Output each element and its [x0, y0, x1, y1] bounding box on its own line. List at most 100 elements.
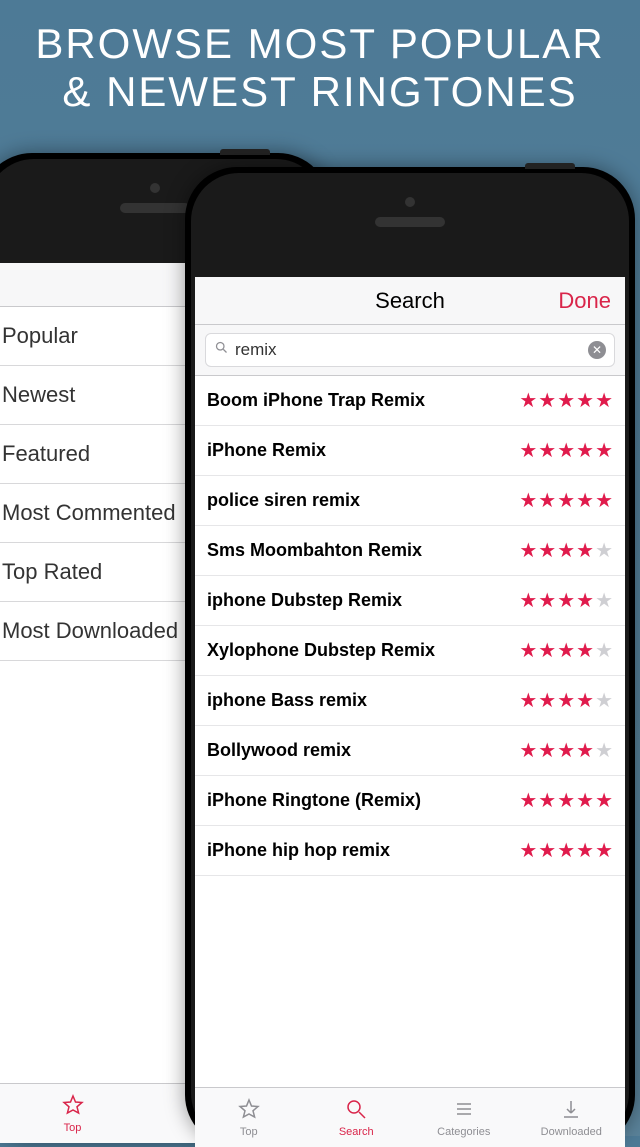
- star-icon: ★: [538, 491, 556, 511]
- star-icon: ★: [538, 441, 556, 461]
- search-input[interactable]: [235, 340, 582, 360]
- search-navbar: Search Done: [195, 277, 625, 325]
- rating-stars: ★★★★★: [519, 641, 613, 661]
- download-icon: [559, 1097, 583, 1124]
- star-icon: ★: [538, 691, 556, 711]
- tab-top[interactable]: Top: [195, 1088, 303, 1147]
- search-results: Boom iPhone Trap Remix★★★★★iPhone Remix★…: [195, 376, 625, 1087]
- result-row[interactable]: iphone Bass remix ★★★★★: [195, 676, 625, 726]
- star-icon: ★: [538, 391, 556, 411]
- star-icon: ★: [576, 491, 594, 511]
- banner-line-1: BROWSE MOST POPULAR: [10, 20, 630, 68]
- result-row[interactable]: Boom iPhone Trap Remix★★★★★: [195, 376, 625, 426]
- star-icon: ★: [557, 491, 575, 511]
- rating-stars: ★★★★★: [519, 741, 613, 761]
- star-icon: ★: [576, 391, 594, 411]
- star-icon: ★: [595, 641, 613, 661]
- tab-top[interactable]: Top: [0, 1084, 155, 1143]
- rating-stars: ★★★★★: [519, 391, 613, 411]
- star-icon: ★: [557, 591, 575, 611]
- result-title: iPhone hip hop remix: [207, 840, 390, 861]
- star-icon: ★: [576, 591, 594, 611]
- star-icon: ★: [557, 841, 575, 861]
- star-icon: ★: [519, 841, 537, 861]
- front-phone-device: Search Done ✕ Boom iPhone Trap Remix★★★★…: [185, 167, 635, 1147]
- rating-stars: ★★★★★: [519, 691, 613, 711]
- star-icon: ★: [576, 791, 594, 811]
- result-row[interactable]: police siren remix★★★★★: [195, 476, 625, 526]
- tab-label: Search: [339, 1126, 374, 1138]
- star-icon: [61, 1093, 85, 1120]
- rating-stars: ★★★★★: [519, 591, 613, 611]
- result-row[interactable]: Bollywood remix ★★★★★: [195, 726, 625, 776]
- rating-stars: ★★★★★: [519, 841, 613, 861]
- rating-stars: ★★★★★: [519, 491, 613, 511]
- result-title: iphone Dubstep Remix: [207, 590, 402, 611]
- result-row[interactable]: iphone Dubstep Remix★★★★★: [195, 576, 625, 626]
- tab-categories[interactable]: Categories: [410, 1088, 518, 1147]
- star-icon: ★: [557, 391, 575, 411]
- banner-line-2: & NEWEST RINGTONES: [10, 68, 630, 116]
- search-field[interactable]: ✕: [205, 333, 615, 367]
- result-title: iPhone Ringtone (Remix): [207, 790, 421, 811]
- star-icon: ★: [557, 641, 575, 661]
- tab-label: Categories: [437, 1126, 490, 1138]
- star-icon: ★: [576, 741, 594, 761]
- tab-label: Top: [64, 1122, 82, 1134]
- star-icon: ★: [576, 641, 594, 661]
- star-icon: ★: [519, 641, 537, 661]
- star-icon: ★: [595, 491, 613, 511]
- star-icon: ★: [595, 591, 613, 611]
- result-title: iPhone Remix: [207, 440, 326, 461]
- search-icon: [344, 1097, 368, 1124]
- result-title: iphone Bass remix: [207, 690, 367, 711]
- tab-search[interactable]: Search: [303, 1088, 411, 1147]
- star-icon: ★: [538, 591, 556, 611]
- star-icon: ★: [595, 841, 613, 861]
- result-title: police siren remix: [207, 490, 360, 511]
- star-icon: ★: [538, 741, 556, 761]
- result-title: Bollywood remix: [207, 740, 351, 761]
- result-title: Boom iPhone Trap Remix: [207, 390, 425, 411]
- result-row[interactable]: iPhone hip hop remix★★★★★: [195, 826, 625, 876]
- star-icon: ★: [557, 541, 575, 561]
- star-icon: ★: [595, 391, 613, 411]
- star-icon: ★: [595, 441, 613, 461]
- star-icon: ★: [576, 541, 594, 561]
- result-title: Sms Moombahton Remix: [207, 540, 422, 561]
- result-row[interactable]: Sms Moombahton Remix★★★★★: [195, 526, 625, 576]
- star-icon: ★: [557, 741, 575, 761]
- result-row[interactable]: iPhone Ringtone (Remix)★★★★★: [195, 776, 625, 826]
- star-icon: ★: [519, 541, 537, 561]
- search-icon: [214, 340, 229, 360]
- star-icon: ★: [576, 441, 594, 461]
- done-button[interactable]: Done: [558, 288, 611, 314]
- star-icon: ★: [538, 541, 556, 561]
- tab-label: Downloaded: [541, 1126, 602, 1138]
- star-icon: ★: [519, 591, 537, 611]
- tab-label: Top: [240, 1126, 258, 1138]
- clear-search-icon[interactable]: ✕: [588, 341, 606, 359]
- star-icon: ★: [595, 541, 613, 561]
- star-icon: ★: [519, 791, 537, 811]
- star-icon: ★: [557, 791, 575, 811]
- star-icon: ★: [519, 741, 537, 761]
- promo-banner: BROWSE MOST POPULAR & NEWEST RINGTONES: [0, 0, 640, 127]
- list-icon: [452, 1097, 476, 1124]
- rating-stars: ★★★★★: [519, 441, 613, 461]
- star-icon: ★: [576, 691, 594, 711]
- result-row[interactable]: iPhone Remix ★★★★★: [195, 426, 625, 476]
- star-icon: ★: [557, 441, 575, 461]
- star-icon: ★: [576, 841, 594, 861]
- search-bar: ✕: [195, 325, 625, 376]
- star-icon: ★: [538, 791, 556, 811]
- result-row[interactable]: Xylophone Dubstep Remix★★★★★: [195, 626, 625, 676]
- front-tabbar: Top Search Categories Downloaded: [195, 1087, 625, 1147]
- star-icon: ★: [519, 491, 537, 511]
- star-icon: ★: [538, 841, 556, 861]
- star-icon: ★: [519, 391, 537, 411]
- star-icon: ★: [538, 641, 556, 661]
- rating-stars: ★★★★★: [519, 541, 613, 561]
- star-icon: ★: [519, 691, 537, 711]
- tab-downloaded[interactable]: Downloaded: [518, 1088, 626, 1147]
